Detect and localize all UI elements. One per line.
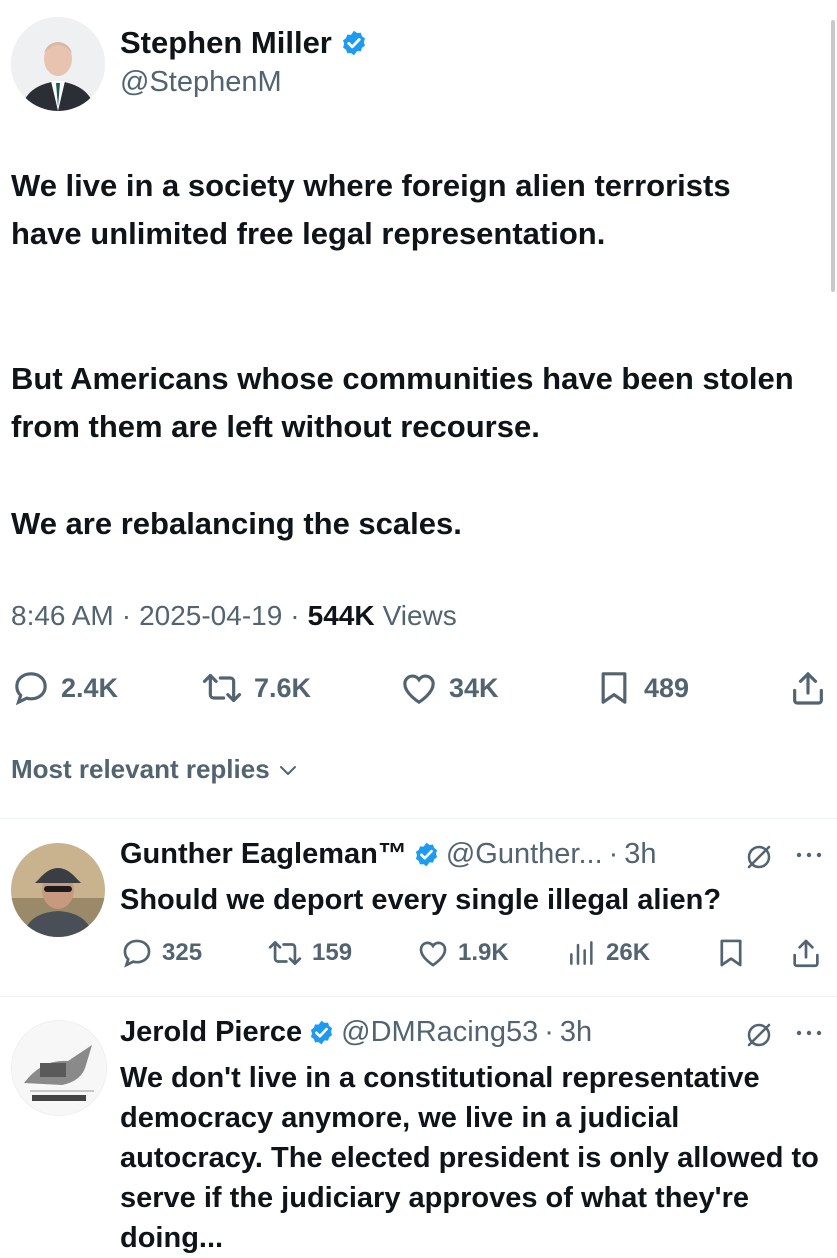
tweet-text-paragraph-2: But Americans whose communities have bee… — [11, 361, 794, 444]
bookmark-icon — [601, 672, 627, 704]
views-count: 544K — [307, 600, 375, 631]
reply-button[interactable]: 2.4K — [11, 668, 118, 708]
bookmark-icon[interactable] — [714, 936, 748, 970]
reply-time[interactable]: 3h — [560, 1016, 592, 1049]
like-count: 34K — [449, 672, 499, 703]
meta-separator: · — [608, 838, 619, 870]
author-avatar[interactable] — [11, 17, 105, 111]
share-button[interactable] — [788, 668, 828, 713]
reply-avatar[interactable] — [11, 843, 105, 937]
share-icon — [793, 672, 823, 705]
more-options-icon[interactable] — [794, 848, 824, 862]
share-icon[interactable] — [789, 936, 823, 970]
reply-author-name[interactable]: Gunther Eagleman™ — [120, 838, 407, 871]
reply-reply-button[interactable]: 325 — [120, 936, 202, 970]
tweet-time[interactable]: 8:46 AM — [11, 600, 114, 632]
verified-badge-icon — [342, 30, 365, 56]
author-name[interactable]: Stephen Miller — [120, 25, 368, 61]
repost-button[interactable]: 7.6K — [200, 668, 311, 708]
author-name-text[interactable]: Stephen Miller — [120, 25, 332, 61]
author-handle[interactable]: @StephenM — [120, 66, 282, 99]
verified-badge-icon — [311, 1020, 333, 1045]
heart-icon — [419, 941, 447, 967]
reply-repost-button[interactable]: 159 — [266, 936, 352, 970]
divider — [0, 818, 837, 819]
reply-author-handle[interactable]: @DMRacing53 — [341, 1016, 538, 1049]
tweet-text-paragraph-3: We are rebalancing the scales. — [11, 506, 462, 541]
tweet-meta: 8:46 AM · 2025-04-19 · 544K Views — [11, 600, 457, 632]
reply-text: Should we deport every single illegal al… — [120, 884, 722, 916]
reply-views-count: 26K — [606, 939, 651, 966]
views-label: Views — [382, 600, 457, 631]
reply-icon — [15, 672, 47, 706]
reply-avatar[interactable] — [11, 1020, 107, 1116]
grok-icon[interactable] — [744, 842, 774, 872]
tweet-date[interactable]: 2025-04-19 — [139, 600, 282, 632]
sort-replies-label: Most relevant replies — [11, 754, 270, 784]
repost-icon — [268, 941, 302, 965]
bookmark-button[interactable]: 489 — [594, 668, 689, 708]
tweet-text-paragraph-1: We live in a society where foreign alien… — [11, 168, 731, 251]
reply-header: Gunther Eagleman™ @Gunther... · 3h — [120, 838, 657, 871]
like-button[interactable]: 34K — [399, 668, 499, 708]
chevron-down-icon — [279, 765, 296, 775]
reply-count: 2.4K — [61, 672, 119, 703]
more-options-icon[interactable] — [794, 1026, 824, 1040]
meta-separator: · — [290, 600, 300, 631]
grok-icon[interactable] — [744, 1020, 774, 1050]
repost-count: 7.6K — [254, 672, 312, 703]
reply-like-button[interactable]: 1.9K — [416, 936, 509, 970]
reply-reply-count: 325 — [162, 939, 203, 966]
reply-header: Jerold Pierce @DMRacing53 · 3h — [120, 1016, 592, 1049]
verified-badge-icon — [415, 842, 437, 867]
reply-views-button[interactable]: 26K — [566, 936, 650, 970]
reply-author-handle[interactable]: @Gunther... — [446, 838, 603, 871]
bookmark-count: 489 — [644, 672, 690, 703]
reply-author-name[interactable]: Jerold Pierce — [120, 1016, 302, 1049]
meta-separator: · — [544, 1016, 554, 1048]
heart-icon — [403, 674, 435, 705]
reply-icon — [123, 939, 151, 968]
sort-replies-dropdown[interactable]: Most relevant replies — [11, 754, 300, 785]
divider — [0, 996, 837, 997]
reply-time[interactable]: 3h — [624, 838, 656, 871]
reply-like-count: 1.9K — [458, 939, 509, 966]
reply-text: We don't live in a constitutional repres… — [120, 1062, 819, 1254]
meta-separator: · — [121, 600, 132, 631]
reply-repost-count: 159 — [312, 939, 353, 966]
views-bar-chart-icon — [570, 941, 593, 965]
repost-icon — [202, 673, 242, 703]
scrollbar[interactable] — [831, 20, 835, 292]
